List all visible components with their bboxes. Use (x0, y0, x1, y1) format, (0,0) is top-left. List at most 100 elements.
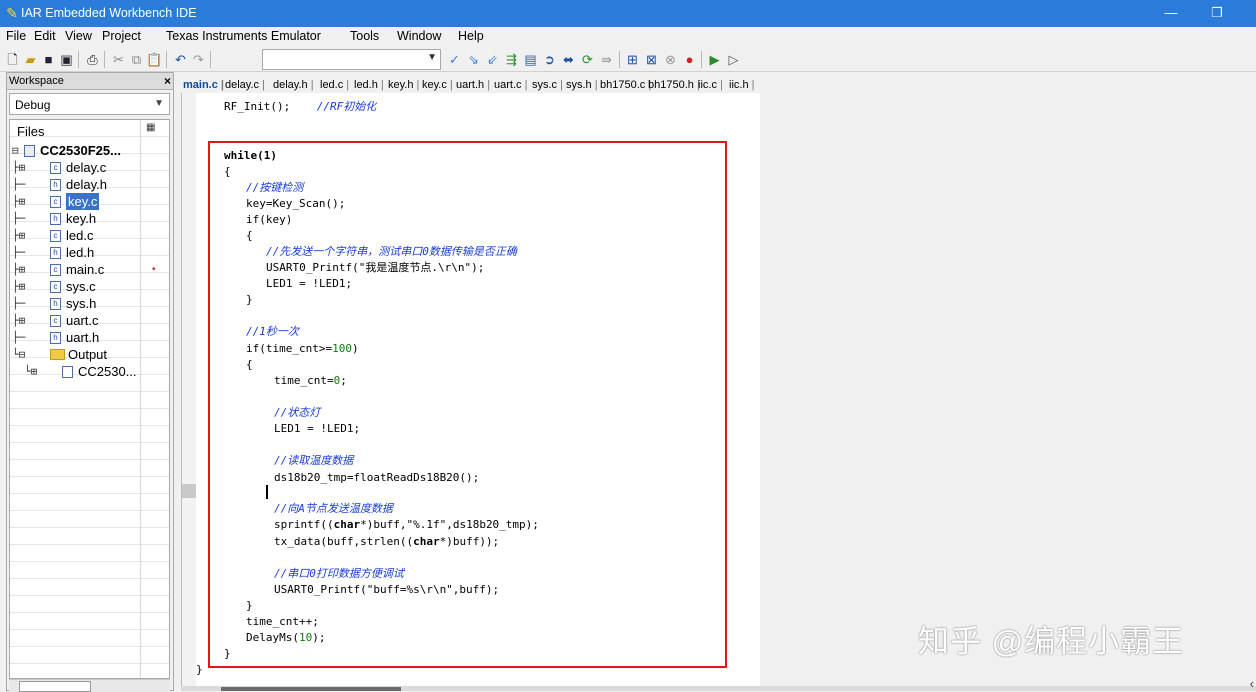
tree-item-label: main.c (66, 261, 104, 278)
debug-without-download-icon[interactable]: ▷ (725, 51, 742, 68)
bookmark-icon[interactable]: ▤ (522, 51, 539, 68)
tab-iic-c[interactable]: iic.c | (698, 78, 723, 92)
tab-uart-h[interactable]: uart.h | (456, 78, 490, 92)
tree-item-key-h[interactable]: ├─hkey.h (10, 210, 170, 227)
undo-icon[interactable]: ↶ (172, 51, 189, 68)
toolbar: 🗋 ▰ ■ ▣ ⎙ ✂ ⧉ 📋 ↶ ↷ ▼ ✓ ⇘ ⇙ ⇶ ▤ ➲ ⬌ ⟳ ⇛ … (0, 46, 1256, 72)
horizontal-scrollbar[interactable]: ‹ (181, 686, 1256, 691)
save-all-icon[interactable]: ▣ (58, 51, 75, 68)
configuration-select[interactable]: Debug ▼ (9, 93, 170, 115)
tab-iic-h[interactable]: iic.h | (729, 78, 754, 92)
tab-bh1750-h[interactable]: bh1750.h | (648, 78, 700, 92)
tree-item-output[interactable]: └⊟Output (10, 346, 170, 363)
file-tree: Files ▦ ⊟CC2530F25...├⊞cdelay.c├─hdelay.… (9, 119, 170, 679)
tree-item-uart-h[interactable]: ├─huart.h (10, 329, 170, 346)
tree-item-label: led.c (66, 227, 93, 244)
tree-connector[interactable]: ├─ (12, 210, 25, 227)
minimize-button[interactable]: — (1160, 4, 1182, 22)
menu-file[interactable]: File (6, 29, 26, 44)
tree-item-uart-c[interactable]: ├⊞cuart.c (10, 312, 170, 329)
tree-item-cc2530f25[interactable]: ⊟CC2530F25... (10, 142, 170, 159)
workspace-tab[interactable] (19, 681, 91, 692)
tree-item-delay-h[interactable]: ├─hdelay.h (10, 176, 170, 193)
cut-icon[interactable]: ✂ (110, 51, 127, 68)
tree-connector[interactable]: └⊞ (24, 363, 37, 380)
h-file-icon: h (50, 179, 61, 191)
goto-icon[interactable]: ⇶ (503, 51, 520, 68)
tab-led-h[interactable]: led.h | (354, 78, 384, 92)
scrollbar-thumb[interactable] (221, 687, 401, 691)
tab-key-c[interactable]: key.c | (422, 78, 453, 92)
workspace-tabs (9, 679, 170, 692)
tab-delay-h[interactable]: delay.h | (273, 78, 314, 92)
code-line: RF_Init(); //RF初始化 (224, 100, 376, 113)
restore-button[interactable]: ❐ (1206, 4, 1228, 22)
compile-icon[interactable]: ⊞ (624, 51, 641, 68)
tab-sys-c[interactable]: sys.c | (532, 78, 563, 92)
paste-icon[interactable]: 📋 (146, 51, 163, 68)
forward-icon[interactable]: ⇛ (598, 51, 615, 68)
save-icon[interactable]: ■ (40, 51, 57, 68)
menu-tools[interactable]: Tools (350, 29, 379, 44)
tree-connector[interactable]: ├─ (12, 295, 25, 312)
tree-item-label: key.h (66, 210, 96, 227)
tab-bh1750-c[interactable]: bh1750.c | (600, 78, 651, 92)
menu-view[interactable]: View (65, 29, 92, 44)
tree-item-sys-h[interactable]: ├─hsys.h (10, 295, 170, 312)
tree-item-label: sys.h (66, 295, 96, 312)
tab-key-h[interactable]: key.h | (388, 78, 419, 92)
close-icon[interactable]: × (164, 74, 171, 88)
open-folder-icon[interactable]: ▰ (22, 51, 39, 68)
browse-icon[interactable]: ⟳ (579, 51, 596, 68)
breakpoint-icon[interactable]: ● (681, 51, 698, 68)
tree-connector[interactable]: ├⊞ (12, 261, 25, 278)
menu-project[interactable]: Project (102, 29, 141, 44)
new-file-icon[interactable]: 🗋 (4, 51, 21, 68)
tree-item-main-c[interactable]: ├⊞cmain.c• (10, 261, 170, 278)
c-file-icon: c (50, 264, 61, 276)
tree-connector[interactable]: ⊟ (12, 142, 19, 159)
tree-item-sys-c[interactable]: ├⊞csys.c (10, 278, 170, 295)
tree-connector[interactable]: └⊟ (12, 346, 25, 363)
tree-connector[interactable]: ├─ (12, 329, 25, 346)
find-prev-icon[interactable]: ⇙ (484, 51, 501, 68)
find-next-icon[interactable]: ⇘ (465, 51, 482, 68)
menu-ti-emulator[interactable]: Texas Instruments Emulator (166, 29, 321, 44)
tree-connector[interactable]: ├⊞ (12, 227, 25, 244)
tree-connector[interactable]: ├⊞ (12, 278, 25, 295)
tree-item-key-c[interactable]: ├⊞ckey.c (10, 193, 170, 210)
tree-connector[interactable]: ├─ (12, 176, 25, 193)
find-combo[interactable]: ▼ (262, 49, 441, 70)
tab-uart-c[interactable]: uart.c | (494, 78, 527, 92)
tree-connector[interactable]: ├⊞ (12, 312, 25, 329)
make-icon[interactable]: ⊠ (643, 51, 660, 68)
tree-item-led-h[interactable]: ├─hled.h (10, 244, 170, 261)
c-file-icon: c (50, 281, 61, 293)
chevron-left-icon[interactable]: ‹ (1250, 676, 1254, 691)
tab-main-c[interactable]: main.c | (183, 78, 224, 92)
print-icon[interactable]: ⎙ (84, 51, 101, 68)
tree-connector[interactable]: ├⊞ (12, 159, 25, 176)
next-bookmark-icon[interactable]: ➲ (541, 51, 558, 68)
menu-window[interactable]: Window (397, 29, 441, 44)
menu-help[interactable]: Help (458, 29, 484, 44)
tree-item-delay-c[interactable]: ├⊞cdelay.c (10, 159, 170, 176)
tab-led-c[interactable]: led.c | (320, 78, 349, 92)
redo-icon[interactable]: ↷ (190, 51, 207, 68)
copy-icon[interactable]: ⧉ (128, 51, 145, 68)
download-debug-icon[interactable]: ▶ (706, 51, 723, 68)
tree-item-cc2530[interactable]: └⊞CC2530... (10, 363, 170, 380)
navigate-icon[interactable]: ⬌ (560, 51, 577, 68)
configuration-icon[interactable]: ▦ (146, 122, 155, 134)
tab-delay-c[interactable]: delay.c | (225, 78, 265, 92)
menu-edit[interactable]: Edit (34, 29, 56, 44)
tree-item-led-c[interactable]: ├⊞cled.c (10, 227, 170, 244)
stop-build-icon[interactable]: ⊗ (662, 51, 679, 68)
find-icon[interactable]: ✓ (446, 51, 463, 68)
chevron-down-icon: ▼ (154, 98, 164, 109)
tree-connector[interactable]: ├─ (12, 244, 25, 261)
tab-sys-h[interactable]: sys.h | (566, 78, 598, 92)
c-file-icon: c (50, 162, 61, 174)
workspace-header: Workspace × (7, 73, 173, 90)
tree-connector[interactable]: ├⊞ (12, 193, 25, 210)
